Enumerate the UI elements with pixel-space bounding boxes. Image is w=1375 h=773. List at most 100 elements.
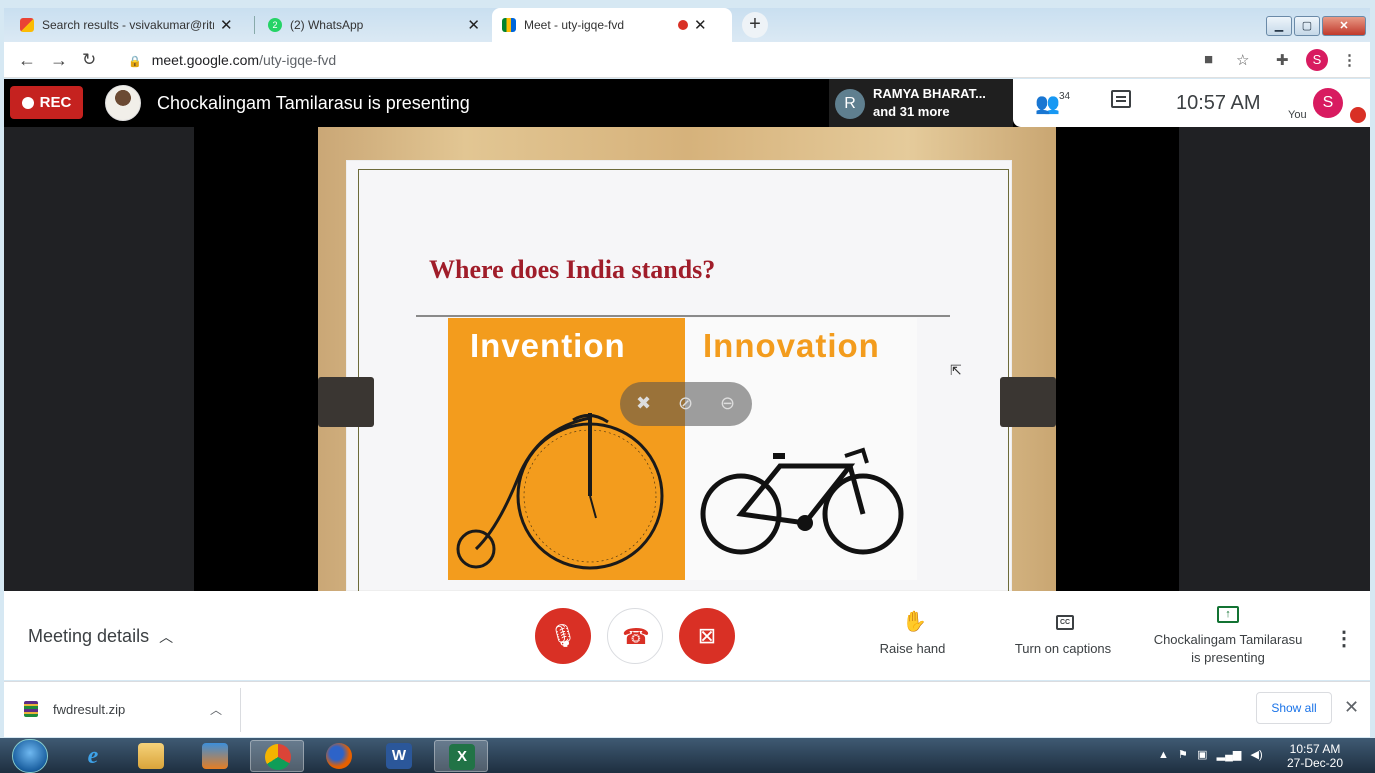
- url-field[interactable]: 🔒 meet.google.com/uty-igqe-fvd: [128, 52, 336, 68]
- mouse-cursor-icon: ⇱: [950, 362, 962, 378]
- back-icon[interactable]: ←: [18, 50, 36, 71]
- minimize-button[interactable]: ▁: [1266, 16, 1292, 36]
- tab-strip: Search results - vsivakumar@ritrj ✕ 2 (2…: [4, 8, 1370, 42]
- gmail-icon: [20, 18, 34, 32]
- chevron-up-icon[interactable]: ︿: [210, 701, 222, 718]
- presenter-avatar: [105, 85, 141, 121]
- browser-window: Search results - vsivakumar@ritrj ✕ 2 (2…: [0, 0, 1375, 738]
- maximize-button[interactable]: ▢: [1294, 16, 1320, 36]
- tab-meet[interactable]: Meet - uty-igqe-fvd ✕: [492, 8, 732, 42]
- system-tray-icons[interactable]: ▲ ⚑ ▣ ▂▄▆ ◀): [1158, 748, 1263, 761]
- reload-icon[interactable]: ↻: [82, 50, 96, 70]
- taskbar-app-excel[interactable]: X: [434, 740, 488, 772]
- taskbar-clock[interactable]: 10:57 AM 27-Dec-20: [1278, 742, 1352, 770]
- more-options-icon[interactable]: ⋮: [1334, 626, 1354, 651]
- presenting-label-line2: is presenting: [1191, 650, 1265, 665]
- new-tab-button[interactable]: +: [742, 12, 768, 38]
- mic-off-icon: [1350, 107, 1366, 123]
- internet-explorer-icon: e: [87, 743, 99, 769]
- meeting-clock: 10:57 AM: [1176, 92, 1261, 114]
- meet-top-right-panel: 👥 34 10:57 AM You S: [1013, 79, 1370, 127]
- hang-up-icon: ☎: [622, 624, 650, 649]
- start-button[interactable]: [12, 739, 48, 773]
- tab-whatsapp[interactable]: 2 (2) WhatsApp ✕: [258, 8, 490, 42]
- whatsapp-icon: 2: [268, 18, 282, 32]
- meet-top-bar: REC Chockalingam Tamilarasu is presentin…: [4, 79, 1370, 127]
- slide-divider: [416, 315, 950, 317]
- microphone-toggle-button[interactable]: 🎙: [535, 608, 591, 664]
- zip-file-icon: [24, 701, 38, 717]
- url-path: /uty-igqe-fvd: [259, 52, 337, 68]
- close-icon[interactable]: ✕: [467, 16, 480, 34]
- window-close-button[interactable]: ✕: [1322, 16, 1366, 36]
- file-explorer-icon: [138, 743, 164, 769]
- tab-whatsapp-label: (2) WhatsApp: [289, 18, 364, 32]
- taskbar-app-chrome[interactable]: [250, 740, 304, 772]
- meet-stage: Where does India stands? Invention Innov…: [4, 79, 1370, 594]
- taskbar-app-firefox[interactable]: [312, 740, 366, 772]
- firefox-icon: [326, 743, 352, 769]
- word-icon: W: [386, 743, 412, 769]
- innovation-label: Innovation: [703, 327, 880, 364]
- profile-avatar[interactable]: S: [1306, 49, 1328, 71]
- participants-chip[interactable]: R RAMYA BHARAT... and 31 more: [829, 79, 1013, 127]
- taskbar-date: 27-Dec-20: [1286, 756, 1344, 770]
- tile-actions-bar: ✖ ⊘ ⊖: [620, 382, 752, 426]
- meeting-details-label: Meeting details: [28, 626, 150, 646]
- captions-icon: CC: [1056, 615, 1074, 630]
- recording-dot-icon: [678, 20, 688, 30]
- lock-icon: 🔒: [128, 56, 142, 68]
- excel-icon: X: [449, 744, 475, 770]
- people-icon[interactable]: 👥: [1035, 91, 1060, 116]
- participant-name: RAMYA BHARAT...: [873, 86, 986, 101]
- tab-meet-label: Meet - uty-igqe-fvd: [524, 18, 625, 32]
- participant-count: 34: [1059, 91, 1071, 102]
- presenting-label-line1: Chockalingam Tamilarasu: [1153, 632, 1303, 647]
- self-avatar: S: [1313, 88, 1343, 118]
- mute-icon[interactable]: ⊘: [678, 393, 693, 414]
- you-label: You: [1288, 109, 1307, 121]
- leave-call-button[interactable]: ☎: [607, 608, 663, 664]
- pin-icon[interactable]: ✖: [636, 393, 651, 414]
- taskbar-app-explorer[interactable]: [124, 740, 178, 772]
- camera-toggle-button[interactable]: ⊠: [679, 608, 735, 664]
- downloads-bar: fwdresult.zip ︿ Show all ✕: [4, 681, 1370, 737]
- chat-icon[interactable]: [1111, 90, 1131, 108]
- chrome-icon: [265, 744, 291, 770]
- recording-label: REC: [39, 94, 72, 111]
- invention-label: Invention: [470, 327, 626, 364]
- participant-avatar: R: [835, 89, 865, 119]
- url-host: meet.google.com: [151, 52, 260, 68]
- present-screen-icon: ↑: [1217, 606, 1239, 623]
- slide-right-tab: [1000, 377, 1056, 427]
- taskbar-app-media[interactable]: [188, 740, 242, 772]
- windows-taskbar: e W X ▲ ⚑ ▣ ▂▄▆ ◀) 10:57 AM 27-Dec-20: [0, 738, 1375, 773]
- hand-icon: ✋: [902, 611, 927, 633]
- taskbar-app-ie[interactable]: e: [66, 740, 120, 772]
- chevron-up-icon: ︿: [159, 629, 174, 645]
- close-icon[interactable]: ✕: [1344, 697, 1359, 718]
- menu-icon[interactable]: ⋮: [1342, 51, 1357, 69]
- close-icon[interactable]: ✕: [220, 16, 233, 34]
- remove-icon[interactable]: ⊖: [720, 393, 735, 414]
- meet-control-bar: Meeting details ︿ 🎙 ☎ ⊠ ✋ Raise hand CC T…: [4, 591, 1370, 680]
- meeting-details-button[interactable]: Meeting details ︿: [28, 626, 173, 647]
- tab-gmail[interactable]: Search results - vsivakumar@ritrj ✕: [10, 8, 252, 42]
- meet-icon: [502, 18, 516, 32]
- close-icon[interactable]: ✕: [694, 16, 707, 34]
- participant-more: and 31 more: [873, 104, 950, 119]
- record-dot-icon: [21, 96, 34, 109]
- download-file-name: fwdresult.zip: [53, 702, 126, 717]
- camera-icon[interactable]: ■: [1204, 51, 1213, 68]
- taskbar-app-word[interactable]: W: [372, 740, 426, 772]
- star-icon[interactable]: ☆: [1236, 51, 1249, 69]
- mic-off-icon: 🎙: [549, 623, 577, 648]
- extensions-icon[interactable]: ✚: [1276, 51, 1289, 69]
- forward-icon[interactable]: →: [50, 50, 68, 71]
- slide-title: Where does India stands?: [429, 255, 716, 284]
- tab-gmail-label: Search results - vsivakumar@ritrj: [42, 18, 214, 32]
- address-bar: ← → ↻ 🔒 meet.google.com/uty-igqe-fvd ■ ☆ …: [4, 42, 1370, 78]
- media-player-icon: [202, 743, 228, 769]
- show-all-button[interactable]: Show all: [1256, 692, 1332, 724]
- download-divider: [240, 688, 241, 732]
